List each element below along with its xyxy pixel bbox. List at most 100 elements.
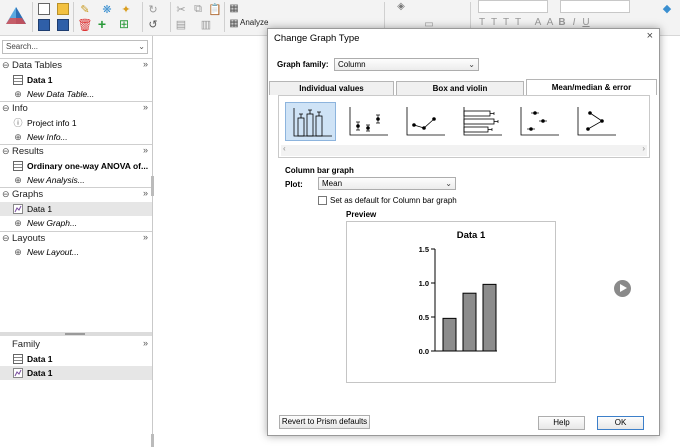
thumb-horizontal-bar-graph[interactable] <box>456 102 507 141</box>
nav-item-new-analysis[interactable]: ⊕ New Analysis... <box>0 173 152 187</box>
bars <box>442 283 497 352</box>
navigator-scrollbar[interactable] <box>151 176 154 196</box>
collapse-icon[interactable]: ⊖ <box>2 233 10 244</box>
column-bar-graph-heading: Column bar graph <box>285 166 354 175</box>
expand-icon[interactable]: » <box>143 102 148 112</box>
section-family[interactable]: Family » <box>0 338 152 351</box>
expand-icon[interactable]: » <box>143 145 148 155</box>
text-size-2-button[interactable]: T <box>490 16 498 28</box>
thumbnail-scrollbar[interactable]: ‹ › <box>281 144 647 156</box>
analyze-icon[interactable]: ▦ <box>229 18 239 29</box>
family-item-data-table[interactable]: Data 1 <box>0 352 152 366</box>
save-as-icon[interactable] <box>57 19 69 31</box>
thumb-column-bar-graph[interactable] <box>285 102 336 141</box>
splitter-grip[interactable] <box>65 333 85 335</box>
toolbar-separator <box>224 2 225 32</box>
preview-label: Preview <box>346 210 377 219</box>
section-info[interactable]: ⊖ Info » <box>0 101 152 114</box>
family-scrollbar[interactable] <box>151 434 154 447</box>
collapse-icon[interactable]: ⊖ <box>2 146 10 157</box>
plot-label: Plot: <box>285 180 303 189</box>
tab-mean-median-error[interactable]: Mean/median & error <box>526 79 657 95</box>
underline-button[interactable]: U <box>582 16 590 28</box>
toolbar-separator <box>32 2 33 32</box>
expand-icon[interactable]: » <box>143 232 148 242</box>
new-file-icon[interactable] <box>38 3 50 15</box>
set-default-label: Set as default for Column bar graph <box>330 196 457 205</box>
help-button[interactable]: Help <box>538 416 585 430</box>
subscript-button[interactable]: A <box>546 16 554 28</box>
nav-item-new-data-table[interactable]: ⊕ New Data Table... <box>0 87 152 101</box>
expand-icon[interactable]: » <box>143 188 148 198</box>
paste-special-icon[interactable]: ▤ <box>175 18 187 31</box>
collapse-icon[interactable]: ⊖ <box>2 103 10 114</box>
thumb-mean-error-dots[interactable] <box>342 102 393 141</box>
font-name-field[interactable] <box>478 0 548 13</box>
expand-icon[interactable]: » <box>143 59 148 69</box>
thumb-horizontal-connected[interactable] <box>570 102 621 141</box>
nav-item-new-layout[interactable]: ⊕ New Layout... <box>0 245 152 259</box>
panel-splitter[interactable] <box>0 332 152 336</box>
collapse-icon[interactable]: ⊖ <box>2 60 10 71</box>
search-input[interactable]: Search... ⌄ <box>2 40 148 54</box>
nav-item-project-info[interactable]: ⓘ Project info 1 <box>0 116 152 130</box>
open-folder-icon[interactable] <box>57 3 69 15</box>
graph-icon <box>13 204 23 214</box>
nav-item-new-graph[interactable]: ⊕ New Graph... <box>0 216 152 230</box>
paste-icon[interactable]: 📋 <box>208 3 222 16</box>
plot-select[interactable]: Mean ⌄ <box>318 177 456 190</box>
play-preview-button[interactable] <box>614 280 631 297</box>
chevron-down-icon[interactable]: ⌄ <box>138 41 145 53</box>
magic-wand-icon[interactable]: ✦ <box>120 3 132 16</box>
ok-button[interactable]: OK <box>597 416 644 430</box>
analyze-small-icon[interactable]: ▦ <box>229 3 239 14</box>
nav-item-new-info[interactable]: ⊕ New Info... <box>0 130 152 144</box>
section-layouts[interactable]: ⊖ Layouts » <box>0 231 152 244</box>
thumb-connected-mean-error[interactable] <box>399 102 450 141</box>
data-table-icon <box>13 75 23 85</box>
italic-button[interactable]: I <box>570 16 578 28</box>
font-size-field[interactable] <box>560 0 630 13</box>
tab-box-and-violin[interactable]: Box and violin <box>396 81 524 95</box>
section-graphs[interactable]: ⊖ Graphs » <box>0 187 152 200</box>
scroll-right-icon[interactable]: › <box>642 144 645 153</box>
nav-item-label: New Info... <box>27 132 68 142</box>
bold-button[interactable]: B <box>558 16 566 28</box>
help-icon[interactable]: ◆ <box>660 2 674 15</box>
analyze-label[interactable]: Analyze <box>240 18 268 27</box>
save-icon[interactable] <box>38 19 50 31</box>
clipboard-icon[interactable]: ▥ <box>200 18 212 31</box>
revert-defaults-button[interactable]: Revert to Prism defaults <box>279 415 370 429</box>
undo-icon[interactable]: ↺ <box>147 18 159 31</box>
insert-rows-icon[interactable]: ⊞ <box>118 17 130 31</box>
nav-item-graph-data1[interactable]: Data 1 <box>0 202 152 216</box>
cut-icon[interactable]: ✂ <box>175 3 187 16</box>
nav-item-anova-result[interactable]: Ordinary one-way ANOVA of... <box>0 159 152 173</box>
delete-icon[interactable]: 🗑 <box>77 18 92 32</box>
section-data-tables[interactable]: ⊖ Data Tables » <box>0 58 152 71</box>
text-size-1-button[interactable]: T <box>478 16 486 28</box>
text-size-4-button[interactable]: T <box>514 16 522 28</box>
prism-logo-icon[interactable] <box>4 5 28 27</box>
fill-color-icon[interactable]: ◈ <box>394 1 408 12</box>
toolbar-separator <box>170 2 171 32</box>
copy-icon[interactable]: ⧉ <box>192 3 204 15</box>
connected-dots-thumb-icon <box>406 107 445 136</box>
scroll-left-icon[interactable]: ‹ <box>283 144 286 153</box>
tab-individual-values[interactable]: Individual values <box>269 81 394 95</box>
add-icon[interactable]: + <box>96 16 108 32</box>
nav-item-data-table[interactable]: Data 1 <box>0 73 152 87</box>
pencil-icon[interactable]: ✎ <box>79 3 91 16</box>
graph-family-select[interactable]: Column ⌄ <box>334 58 479 71</box>
redo-icon[interactable]: ↻ <box>147 3 159 16</box>
thumb-horizontal-mean-dots[interactable] <box>513 102 564 141</box>
collapse-icon[interactable]: ⊖ <box>2 189 10 200</box>
family-item-graph[interactable]: Data 1 <box>0 366 152 380</box>
superscript-button[interactable]: A <box>534 16 542 28</box>
expand-icon[interactable]: » <box>143 338 148 348</box>
molecule-icon[interactable]: ❋ <box>101 3 113 16</box>
section-results[interactable]: ⊖ Results » <box>0 144 152 157</box>
close-icon[interactable]: × <box>647 30 653 42</box>
text-size-3-button[interactable]: T <box>502 16 510 28</box>
set-default-checkbox[interactable] <box>318 196 327 205</box>
